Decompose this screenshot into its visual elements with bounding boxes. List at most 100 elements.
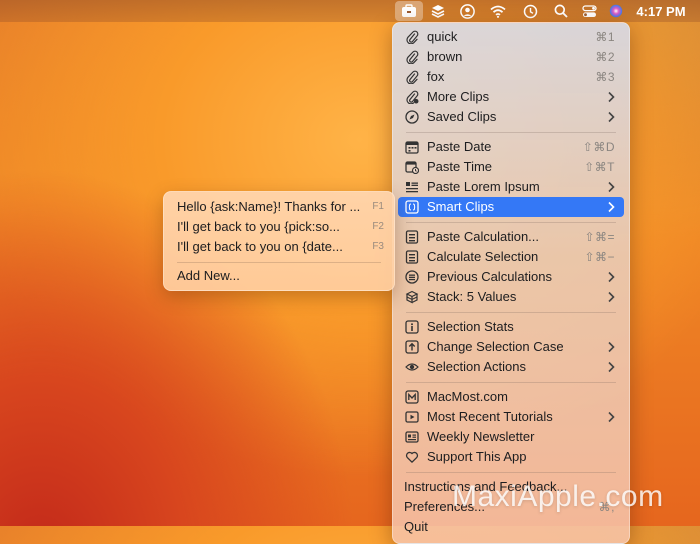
menu-item-brown[interactable]: brown ⌘2 [398,47,624,67]
menu-item-label: Previous Calculations [427,269,553,284]
function-key: F3 [372,241,384,252]
chevron-right-icon [608,411,615,423]
search-icon[interactable] [550,0,572,22]
chevron-right-icon [608,271,615,283]
menu-item-paste-date[interactable]: Paste Date ⇧⌘D [398,137,624,157]
menu-item-label: Calculate Selection [427,249,539,264]
submenu-item-label: I'll get back to you on {date... [177,239,343,254]
calculator-icon [405,250,419,264]
macmost-logo-icon [405,390,419,404]
menu-item-fox[interactable]: fox ⌘3 [398,67,624,87]
menu-item-label: More Clips [427,89,490,104]
menu-item-change-selection-case[interactable]: Change Selection Case [398,337,624,357]
submenu-separator [177,262,381,263]
paperclip-icon [406,70,419,84]
submenu-item-label: Add New... [177,268,240,283]
calendar-icon [405,141,419,154]
chevron-right-icon [608,91,615,103]
wifi-icon[interactable] [487,0,509,22]
shortcut: ⌘2 [595,50,615,64]
menu-item-label: Most Recent Tutorials [427,409,553,424]
menu-item-selection-stats[interactable]: Selection Stats [398,317,624,337]
arrow-up-square-icon [405,340,419,354]
menu-item-macmost[interactable]: MacMost.com [398,387,624,407]
control-center-icon[interactable] [578,0,600,22]
clock-label: 4:17 PM [636,3,686,19]
menu-item-label: Support This App [427,449,527,464]
menu-item-paste-time[interactable]: Paste Time ⇧⌘T [398,157,624,177]
paperclip-icon [406,30,419,44]
braces-icon [405,200,419,214]
eye-gear-icon [405,363,419,371]
menu-item-label: brown [427,49,463,64]
shortcut: ⇧⌘D [582,140,615,154]
paperclip-dot-icon [406,90,419,104]
menu-item-label: Quit [404,519,428,534]
info-icon [405,320,419,334]
menu-item-weekly-newsletter[interactable]: Weekly Newsletter [398,427,624,447]
submenu-item-get-back-pick[interactable]: I'll get back to you {pick:so... F2 [169,217,389,237]
menu-item-support-this-app[interactable]: Support This App [398,447,624,467]
function-key: F2 [372,221,384,232]
menu-item-paste-lorem-ipsum[interactable]: Paste Lorem Ipsum [398,177,624,197]
shortcut: ⇧⌘= [584,230,615,244]
shortcut: ⇧⌘T [584,160,615,174]
chevron-right-icon [608,111,615,123]
chevron-right-icon [608,341,615,353]
menu-separator [406,382,616,383]
text-lines-icon [406,182,418,193]
shortcut: ⌘1 [595,30,615,44]
menu-item-label: MacMost.com [427,389,508,404]
siri-icon[interactable] [606,0,626,22]
menu-item-paste-calculation[interactable]: Paste Calculation... ⇧⌘= [398,227,624,247]
menu-item-smart-clips[interactable]: Smart Clips [398,197,624,217]
menu-item-quit[interactable]: Quit [398,517,624,537]
menu-item-calculate-selection[interactable]: Calculate Selection ⇧⌘− [398,247,624,267]
chevron-right-icon [608,291,615,303]
list-circle-icon [405,270,419,284]
smart-clips-submenu: Hello {ask:Name}! Thanks for ... F1 I'll… [163,191,395,291]
menu-item-label: Paste Calculation... [427,229,540,244]
menu-item-label: Paste Date [427,139,492,154]
menu-item-stack[interactable]: Stack: 5 Values [398,287,624,307]
submenu-item-label: Hello {ask:Name}! Thanks for ... [177,199,361,214]
menu-item-label: quick [427,29,458,44]
menu-item-most-recent-tutorials[interactable]: Most Recent Tutorials [398,407,624,427]
chevron-right-icon [608,201,615,213]
layers-icon[interactable] [427,0,449,22]
menu-item-label: Saved Clips [427,109,497,124]
paperclip-icon [406,50,419,64]
menu-item-label: Change Selection Case [427,339,564,354]
calendar-clock-icon [405,161,419,174]
clipboard-briefcase-icon[interactable] [395,1,423,21]
menu-item-quick[interactable]: quick ⌘1 [398,27,624,47]
submenu-item-hello[interactable]: Hello {ask:Name}! Thanks for ... F1 [169,197,389,217]
menu-item-more-clips[interactable]: More Clips [398,87,624,107]
time-machine-icon[interactable] [519,0,541,22]
menu-item-label: Weekly Newsletter [427,429,535,444]
menu-item-selection-actions[interactable]: Selection Actions [398,357,624,377]
menu-item-label: Selection Actions [427,359,527,374]
submenu-item-get-back-date[interactable]: I'll get back to you on {date... F3 [169,237,389,257]
stack-icon [405,290,419,304]
submenu-item-label: I'll get back to you {pick:so... [177,219,340,234]
menu-item-label: Paste Time [427,159,493,174]
menu-separator [406,312,616,313]
menu-bar: 4:17 PM [0,0,700,22]
menu-item-label: Stack: 5 Values [427,289,517,304]
user-circle-icon[interactable] [456,0,478,22]
function-key: F1 [372,201,384,212]
menu-separator [406,132,616,133]
heart-icon [405,451,419,463]
menu-separator [406,472,616,473]
menu-item-saved-clips[interactable]: Saved Clips [398,107,624,127]
menu-item-previous-calculations[interactable]: Previous Calculations [398,267,624,287]
menu-item-label: Selection Stats [427,319,514,334]
submenu-item-add-new[interactable]: Add New... [169,266,389,286]
menu-item-label: Paste Lorem Ipsum [427,179,540,194]
watermark: MaxiApple.com [452,480,664,513]
chevron-right-icon [608,181,615,193]
clock[interactable]: 4:17 PM [630,0,692,22]
newsletter-icon [405,431,419,443]
compass-icon [405,110,419,124]
